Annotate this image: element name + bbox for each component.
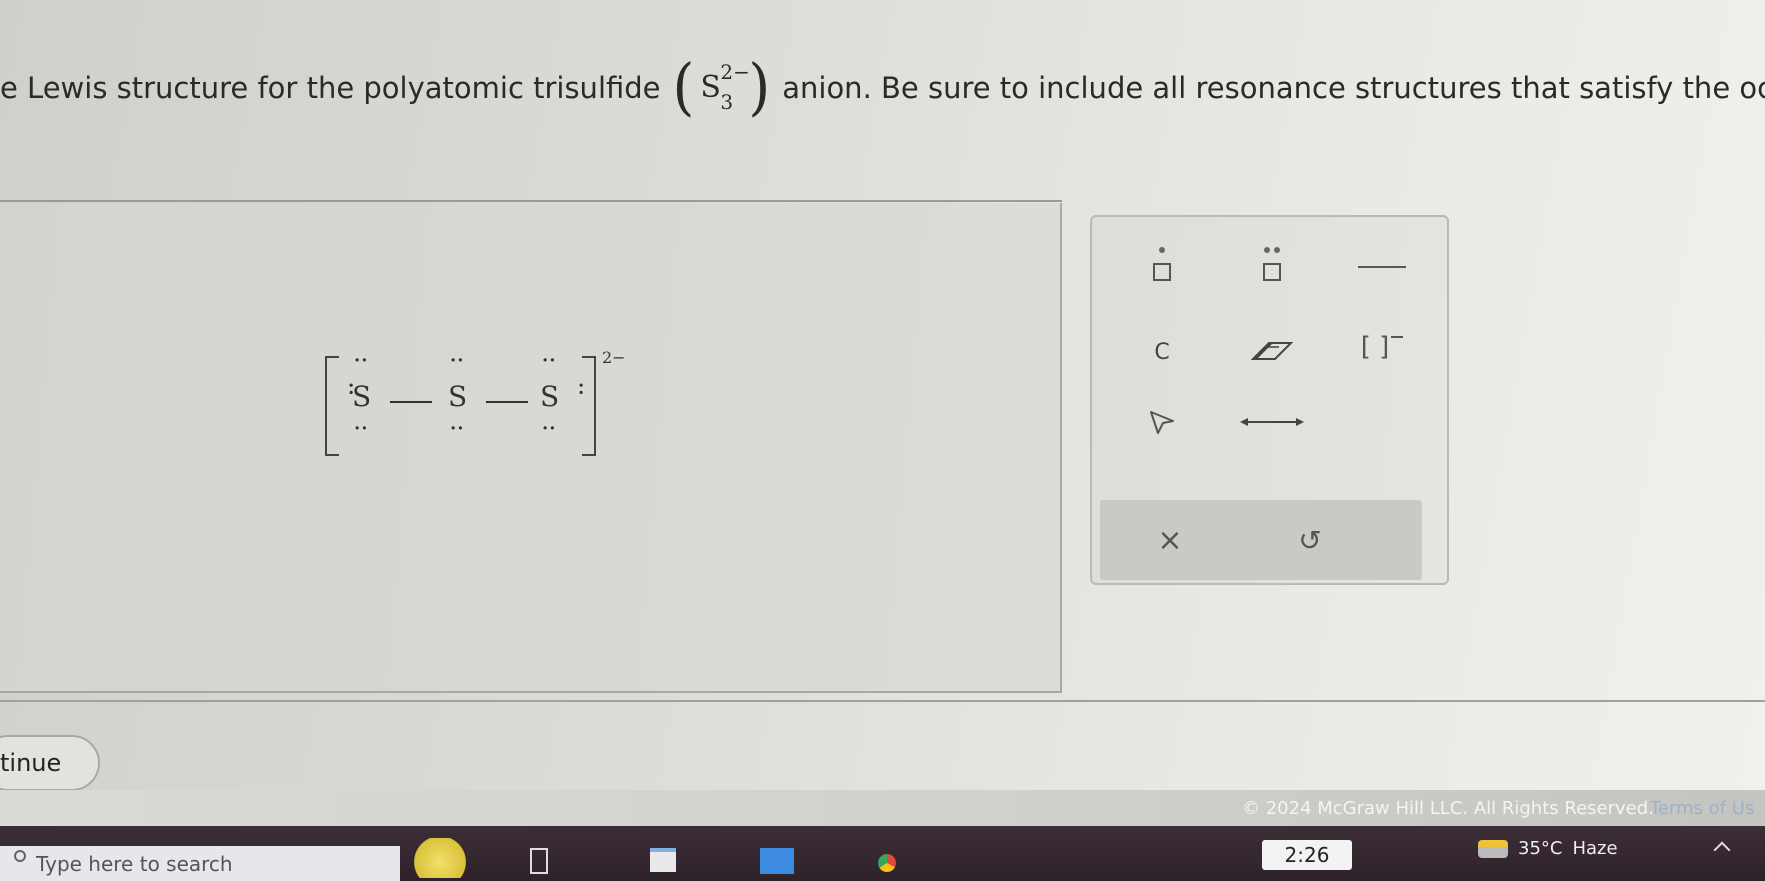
temperature: 35°C [1518,838,1563,859]
formula-charge: 2− [720,60,750,84]
formula-chem: S 2− 3 [694,60,750,116]
bracket-label: [ ] [1360,332,1390,362]
lone-pair-bottom-3: ·· [542,418,557,439]
clear-button[interactable]: × [1140,510,1200,570]
search-icon [14,850,26,862]
weather-widget[interactable]: 35°C Haze [1478,838,1618,859]
atom-s-2: S [448,380,468,413]
bond-1-2 [390,401,432,403]
resonance-arrow-tool[interactable] [1232,397,1312,447]
lone-pair-top-3: ·· [542,350,557,371]
eraser-tool[interactable] [1242,327,1302,377]
formula: ( S 2− 3 ) [672,58,771,118]
continue-button[interactable]: tinue [0,735,100,791]
single-dot-tool[interactable] [1132,237,1192,297]
select-tool[interactable] [1132,397,1192,447]
eraser-icon [1251,342,1293,360]
haze-icon [1478,839,1508,858]
undo-icon: ↺ [1298,523,1322,557]
lone-pair-top-1: ·· [354,350,369,371]
line-icon [1358,266,1406,268]
continue-label: tinue [0,749,62,777]
lemon-widget-icon[interactable] [405,838,475,878]
lone-pair-top-2: ·· [450,350,465,371]
close-icon: × [1157,522,1183,558]
search-placeholder: Type here to search [36,851,233,876]
undo-button[interactable]: ↺ [1280,510,1340,570]
lone-pair-bottom-1: ·· [354,418,369,439]
question-prefix: e Lewis structure for the polyatomic tri… [0,71,661,105]
canvas-top-border [0,200,1062,202]
atom-s-1: S [352,380,372,413]
chrome-icon[interactable] [872,848,902,878]
bracket-charge-tool[interactable]: [ ] [1347,322,1417,372]
formula-left-paren: ( [672,58,695,118]
task-view-icon[interactable] [530,848,548,874]
atom-s-3: S [540,380,560,413]
weather-condition: Haze [1572,838,1618,859]
continue-divider [0,700,1765,702]
right-bracket [582,356,596,456]
taskbar: Type here to search 2:26 35°C Haze [0,826,1765,881]
footer: © 2024 McGraw Hill LLC. All Rights Reser… [0,790,1765,826]
left-bracket [325,356,339,456]
store-icon[interactable] [650,848,676,872]
bond-tool[interactable] [1342,237,1422,297]
lewis-structure[interactable]: ·· ·· S ·· ·· S ·· ·· S ·· ·· 2− [320,338,940,458]
chevron-up-icon[interactable] [1713,841,1731,859]
question-suffix: anion. Be sure to include all resonance … [782,71,1765,105]
bond-2-3 [486,401,528,403]
structure-charge: 2− [602,348,626,367]
formula-right-paren: ) [748,58,771,118]
copyright-text: © 2024 McGraw Hill LLC. All Rights Reser… [1242,798,1654,819]
carbon-label: C [1154,339,1170,365]
mail-icon[interactable] [760,848,794,874]
carbon-tool[interactable]: C [1132,327,1192,377]
cursor-icon [1150,411,1174,434]
double-dot-square-icon [1260,247,1284,287]
terms-link[interactable]: Terms of Us [1650,798,1754,819]
clock[interactable]: 2:26 [1262,840,1352,870]
formula-element: S [700,70,721,105]
double-arrow-icon [1240,418,1304,426]
tool-palette: C [ ] × ↺ [1090,215,1449,585]
lone-pair-bottom-2: ·· [450,418,465,439]
formula-count: 3 [720,90,734,114]
action-bar: × ↺ [1100,500,1422,580]
lone-pair-tool[interactable] [1242,237,1302,297]
taskbar-search[interactable]: Type here to search [0,846,400,881]
dot-square-icon [1150,247,1174,287]
minus-superscript [1391,336,1404,338]
question-text: e Lewis structure for the polyatomic tri… [0,58,1765,118]
